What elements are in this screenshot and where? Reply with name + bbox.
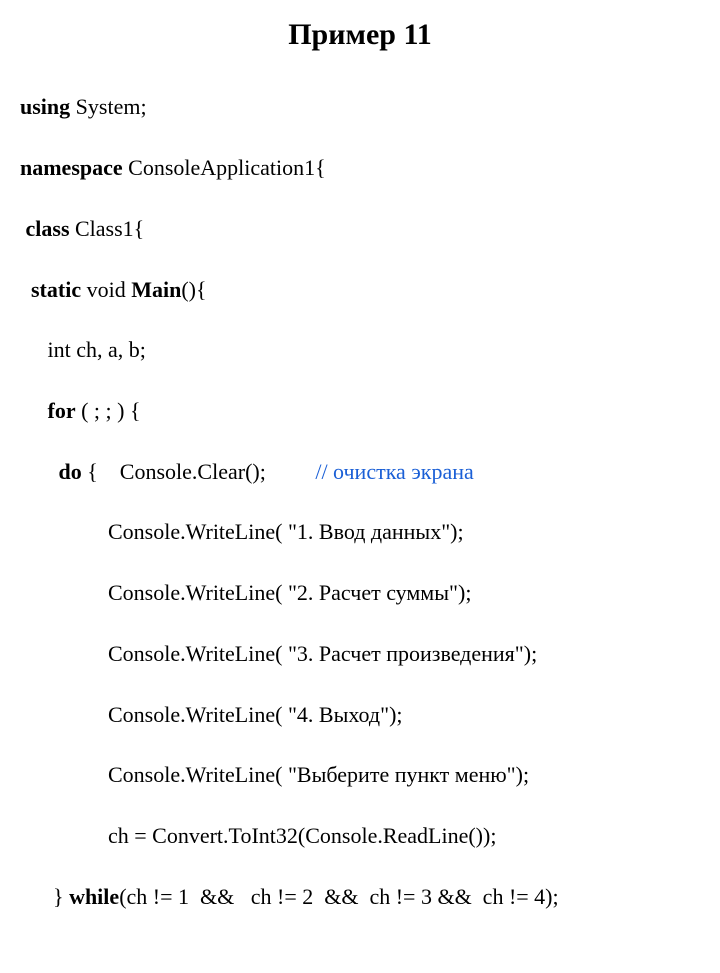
code-l7-mid: { Console.Clear();: [82, 459, 316, 484]
code-line-8: Console.WriteLine( "1. Ввод данных");: [20, 517, 700, 547]
code-line-12: Console.WriteLine( "Выберите пункт меню"…: [20, 760, 700, 790]
code-l3-rest: Class1{: [70, 216, 145, 241]
kw-main: Main: [131, 277, 181, 302]
code-l9-text: Console.WriteLine( "2. Расчет суммы");: [108, 580, 471, 605]
indent: [20, 519, 108, 544]
code-line-9: Console.WriteLine( "2. Расчет суммы");: [20, 578, 700, 608]
code-l6-rest: ( ; ; ) {: [76, 398, 141, 423]
kw-static: static: [31, 277, 81, 302]
indent: [20, 398, 48, 423]
indent: [20, 580, 108, 605]
code-block: using System; namespace ConsoleApplicati…: [20, 62, 700, 973]
kw-while: while: [69, 884, 119, 909]
indent: [20, 459, 59, 484]
code-line-6: for ( ; ; ) {: [20, 396, 700, 426]
code-l4-rest: (){: [181, 277, 206, 302]
indent: }: [20, 884, 69, 909]
code-l5-text: int ch, a, b;: [48, 337, 146, 362]
code-l4-mid: void: [81, 277, 131, 302]
code-line-1: using System;: [20, 92, 700, 122]
code-l11-text: Console.WriteLine( "4. Выход");: [108, 702, 403, 727]
code-l10-text: Console.WriteLine( "3. Расчет произведен…: [108, 641, 537, 666]
kw-class: class: [26, 216, 70, 241]
code-l8-text: Console.WriteLine( "1. Ввод данных");: [108, 519, 464, 544]
page-title: Пример 11: [20, 18, 700, 52]
code-line-11: Console.WriteLine( "4. Выход");: [20, 700, 700, 730]
code-l12-text: Console.WriteLine( "Выберите пункт меню"…: [108, 762, 529, 787]
indent: [20, 702, 108, 727]
kw-for: for: [48, 398, 76, 423]
kw-using: using: [20, 94, 70, 119]
code-line-4: static void Main(){: [20, 275, 700, 305]
code-line-3: class Class1{: [20, 214, 700, 244]
code-line-14: } while(ch != 1 && ch != 2 && ch != 3 &&…: [20, 882, 700, 912]
kw-do: do: [59, 459, 82, 484]
code-line-2: namespace ConsoleApplication1{: [20, 153, 700, 183]
indent: [20, 277, 31, 302]
indent: [20, 762, 108, 787]
code-line-10: Console.WriteLine( "3. Расчет произведен…: [20, 639, 700, 669]
code-l1-rest: System;: [70, 94, 146, 119]
indent: [20, 823, 108, 848]
indent: [20, 337, 48, 362]
code-l2-rest: ConsoleApplication1{: [123, 155, 326, 180]
code-line-13: ch = Convert.ToInt32(Console.ReadLine())…: [20, 821, 700, 851]
kw-namespace: namespace: [20, 155, 123, 180]
code-line-7: do { Console.Clear(); // очистка экрана: [20, 457, 700, 487]
slide: Пример 11 using System; namespace Consol…: [0, 0, 720, 540]
indent: [20, 641, 108, 666]
code-l14-rest: (ch != 1 && ch != 2 && ch != 3 && ch != …: [119, 884, 558, 909]
code-l13-text: ch = Convert.ToInt32(Console.ReadLine())…: [108, 823, 496, 848]
code-line-5: int ch, a, b;: [20, 335, 700, 365]
code-comment: // очистка экрана: [315, 459, 473, 484]
